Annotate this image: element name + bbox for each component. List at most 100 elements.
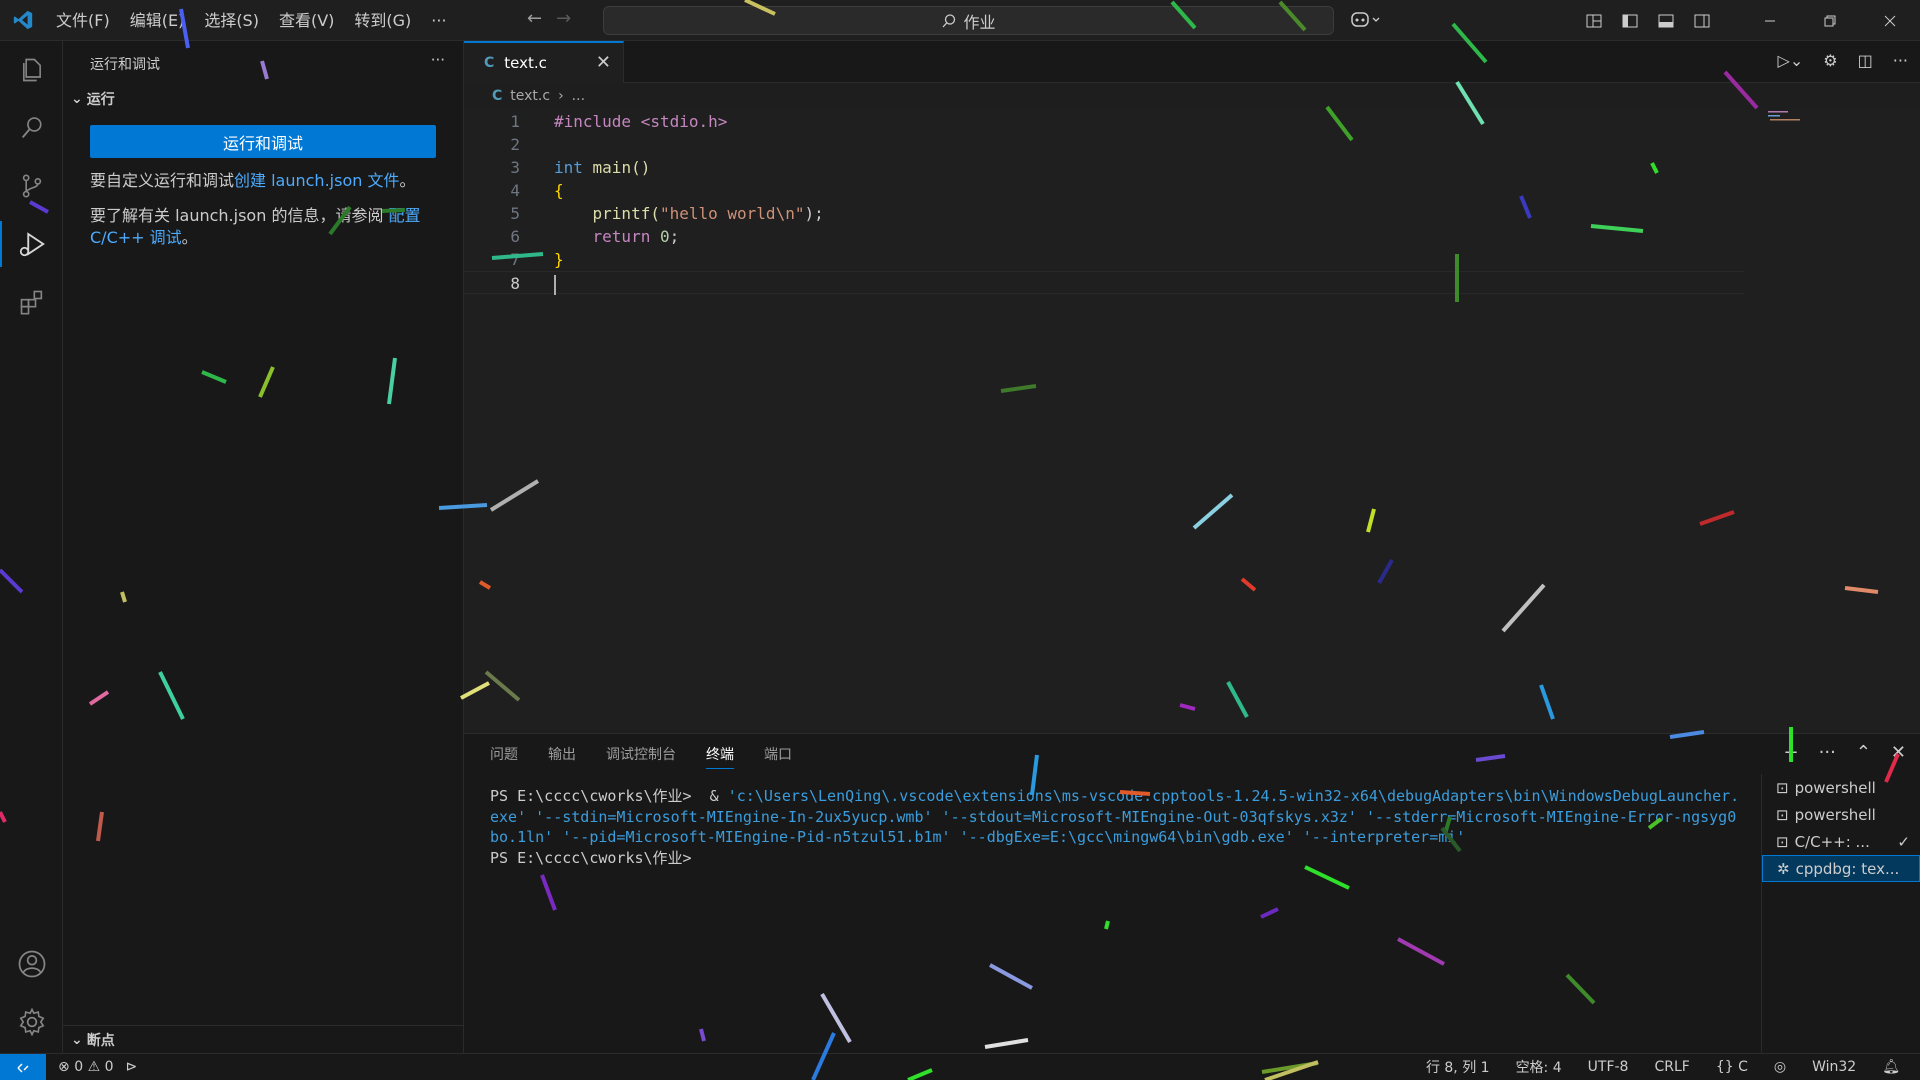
debug-status-icon[interactable]: ⊳	[126, 1059, 138, 1075]
code-keyword: int	[554, 158, 583, 177]
terminal-prompt: PS E:\cccc\cworks\作业> &	[490, 787, 728, 805]
extensions-icon[interactable]	[0, 273, 63, 331]
run-debug-dropdown-icon[interactable]: ▷⌄	[1778, 51, 1804, 70]
menu-edit[interactable]: 编辑(E)	[120, 0, 195, 41]
toggle-sidebar-icon[interactable]	[1612, 0, 1648, 41]
terminal-item[interactable]: ⊡ powershell	[1762, 801, 1920, 828]
run-and-debug-icon[interactable]	[0, 215, 63, 273]
copilot-icon[interactable]	[1350, 10, 1382, 34]
forward-arrow-icon[interactable]: →	[556, 8, 571, 29]
create-launch-json-link[interactable]: 创建 launch.json 文件	[234, 171, 399, 190]
line-number: 1	[510, 112, 520, 131]
indentation[interactable]: 空格: 4	[1516, 1057, 1562, 1077]
run-and-debug-button[interactable]: 运行和调试	[90, 125, 436, 158]
editor-tabs: C text.c ✕ ▷⌄ ⚙ ◫ ···	[464, 41, 1920, 83]
toggle-panel-icon[interactable]	[1648, 0, 1684, 41]
code-line-current: 8	[464, 271, 1744, 295]
menu-go[interactable]: 转到(G)	[344, 0, 421, 41]
breakpoints-label: 断点	[86, 1032, 115, 1049]
close-panel-icon[interactable]: ✕	[1891, 742, 1906, 763]
back-arrow-icon[interactable]: ←	[527, 8, 542, 29]
restore-icon[interactable]	[1800, 0, 1860, 41]
close-tab-icon[interactable]: ✕	[596, 52, 611, 73]
menu-more[interactable]: ···	[421, 0, 456, 41]
tab-text-c[interactable]: C text.c ✕	[464, 41, 624, 83]
breadcrumb-more[interactable]: ...	[572, 88, 585, 104]
terminal-item[interactable]: ⊡ C/C++: ... ✓	[1762, 828, 1920, 855]
panel-more-icon[interactable]: ···	[1819, 742, 1836, 763]
minimize-icon[interactable]	[1740, 0, 1800, 41]
tab-terminal[interactable]: 终端	[706, 744, 734, 769]
split-editor-icon[interactable]: ◫	[1858, 51, 1873, 70]
code-line: 2	[464, 133, 1744, 156]
gear-icon[interactable]: ⚙	[1823, 51, 1837, 70]
menu-view[interactable]: 查看(V)	[269, 0, 344, 41]
run-section-header[interactable]: ⌄ 运行	[63, 86, 463, 112]
terminal-item[interactable]: ⊡ powershell	[1762, 774, 1920, 801]
breakpoints-section-header[interactable]: ⌄ 断点	[63, 1025, 463, 1053]
text-cursor	[554, 274, 556, 295]
terminal-item-label: powershell	[1794, 805, 1876, 824]
terminal-icon: ⊡	[1776, 805, 1789, 824]
code-line: 5 printf("hello world\n");	[464, 202, 1744, 225]
terminal-item-label: cppdbg: tex...	[1795, 859, 1900, 878]
notifications-bell-icon[interactable]: 🔔︎	[1882, 1059, 1900, 1075]
settings-gear-icon[interactable]	[0, 993, 63, 1051]
search-sidebar-icon[interactable]	[0, 99, 63, 157]
source-control-icon[interactable]	[0, 157, 63, 215]
tab-ports[interactable]: 端口	[764, 744, 792, 769]
menu-selection[interactable]: 选择(S)	[194, 0, 269, 41]
accounts-icon[interactable]	[0, 935, 63, 993]
tab-label: text.c	[504, 54, 547, 72]
command-center-search[interactable]: 作业	[603, 6, 1334, 35]
maximize-panel-icon[interactable]: ⌃	[1856, 742, 1871, 763]
customize-layout-icon[interactable]	[1576, 0, 1612, 41]
cursor-position[interactable]: 行 8, 列 1	[1426, 1057, 1490, 1077]
breadcrumb-file[interactable]: text.c	[510, 88, 550, 104]
copilot-status-icon[interactable]: ◎	[1774, 1059, 1786, 1075]
error-count: 0	[74, 1059, 84, 1075]
customize-run-prefix: 要自定义运行和调试	[90, 171, 235, 190]
launch-info-suffix: 。	[181, 228, 198, 247]
tab-problems[interactable]: 问题	[490, 744, 518, 769]
minimap[interactable]	[1766, 110, 1806, 124]
terminal-item-label: powershell	[1794, 778, 1876, 797]
line-number: 4	[510, 181, 520, 200]
code-line: 4{	[464, 179, 1744, 202]
code-text: }	[554, 250, 564, 269]
check-icon: ✓	[1897, 832, 1910, 851]
code-editor[interactable]: 1 #include <stdio.h> 2 3 int main() 4{ 5 p…	[464, 110, 1920, 730]
platform[interactable]: Win32	[1812, 1059, 1856, 1075]
activity-bar	[0, 41, 63, 1053]
search-label: 作业	[963, 12, 996, 32]
code-keyword: return	[554, 227, 660, 246]
language-mode[interactable]: {} C	[1716, 1059, 1748, 1075]
remote-icon[interactable]	[0, 1053, 46, 1080]
line-number: 7	[510, 250, 520, 269]
breadcrumb: C text.c › ...	[464, 84, 585, 108]
terminal-item-selected[interactable]: ✲ cppdbg: tex...	[1762, 855, 1920, 882]
tab-debug-console[interactable]: 调试控制台	[606, 744, 676, 769]
sidebar-title: 运行和调试	[90, 56, 160, 73]
end-of-line[interactable]: CRLF	[1654, 1059, 1689, 1075]
tab-output[interactable]: 输出	[548, 744, 576, 769]
errors-warnings[interactable]: ⊗ 0 ⚠ 0	[58, 1059, 114, 1075]
more-actions-icon[interactable]: ···	[1893, 51, 1908, 70]
new-terminal-icon[interactable]: +	[1784, 742, 1799, 763]
customize-run-suffix: 。	[399, 171, 416, 190]
terminal-output[interactable]: PS E:\cccc\cworks\作业> & 'c:\Users\LenQin…	[490, 786, 1740, 868]
encoding[interactable]: UTF-8	[1588, 1059, 1629, 1075]
sidebar-more-icon[interactable]: ···	[431, 51, 445, 69]
run-debug-sidebar: 运行和调试 ··· ⌄ 运行 运行和调试 要自定义运行和调试创建 launch.…	[63, 41, 464, 1053]
toggle-secondary-sidebar-icon[interactable]	[1684, 0, 1720, 41]
code-text: main()	[582, 158, 651, 177]
line-number: 2	[510, 135, 520, 154]
code-text: printf(	[554, 204, 660, 223]
code-line: 3 int main()	[464, 156, 1744, 179]
launch-json-info-text: 要了解有关 launch.json 的信息，请参阅 配置 C/C++ 调试。	[90, 205, 437, 249]
vscode-logo-icon	[0, 0, 46, 41]
menu-file[interactable]: 文件(F)	[46, 0, 120, 41]
warning-icon: ⚠	[87, 1059, 101, 1075]
explorer-icon[interactable]	[0, 41, 63, 99]
close-window-icon[interactable]	[1860, 0, 1920, 41]
